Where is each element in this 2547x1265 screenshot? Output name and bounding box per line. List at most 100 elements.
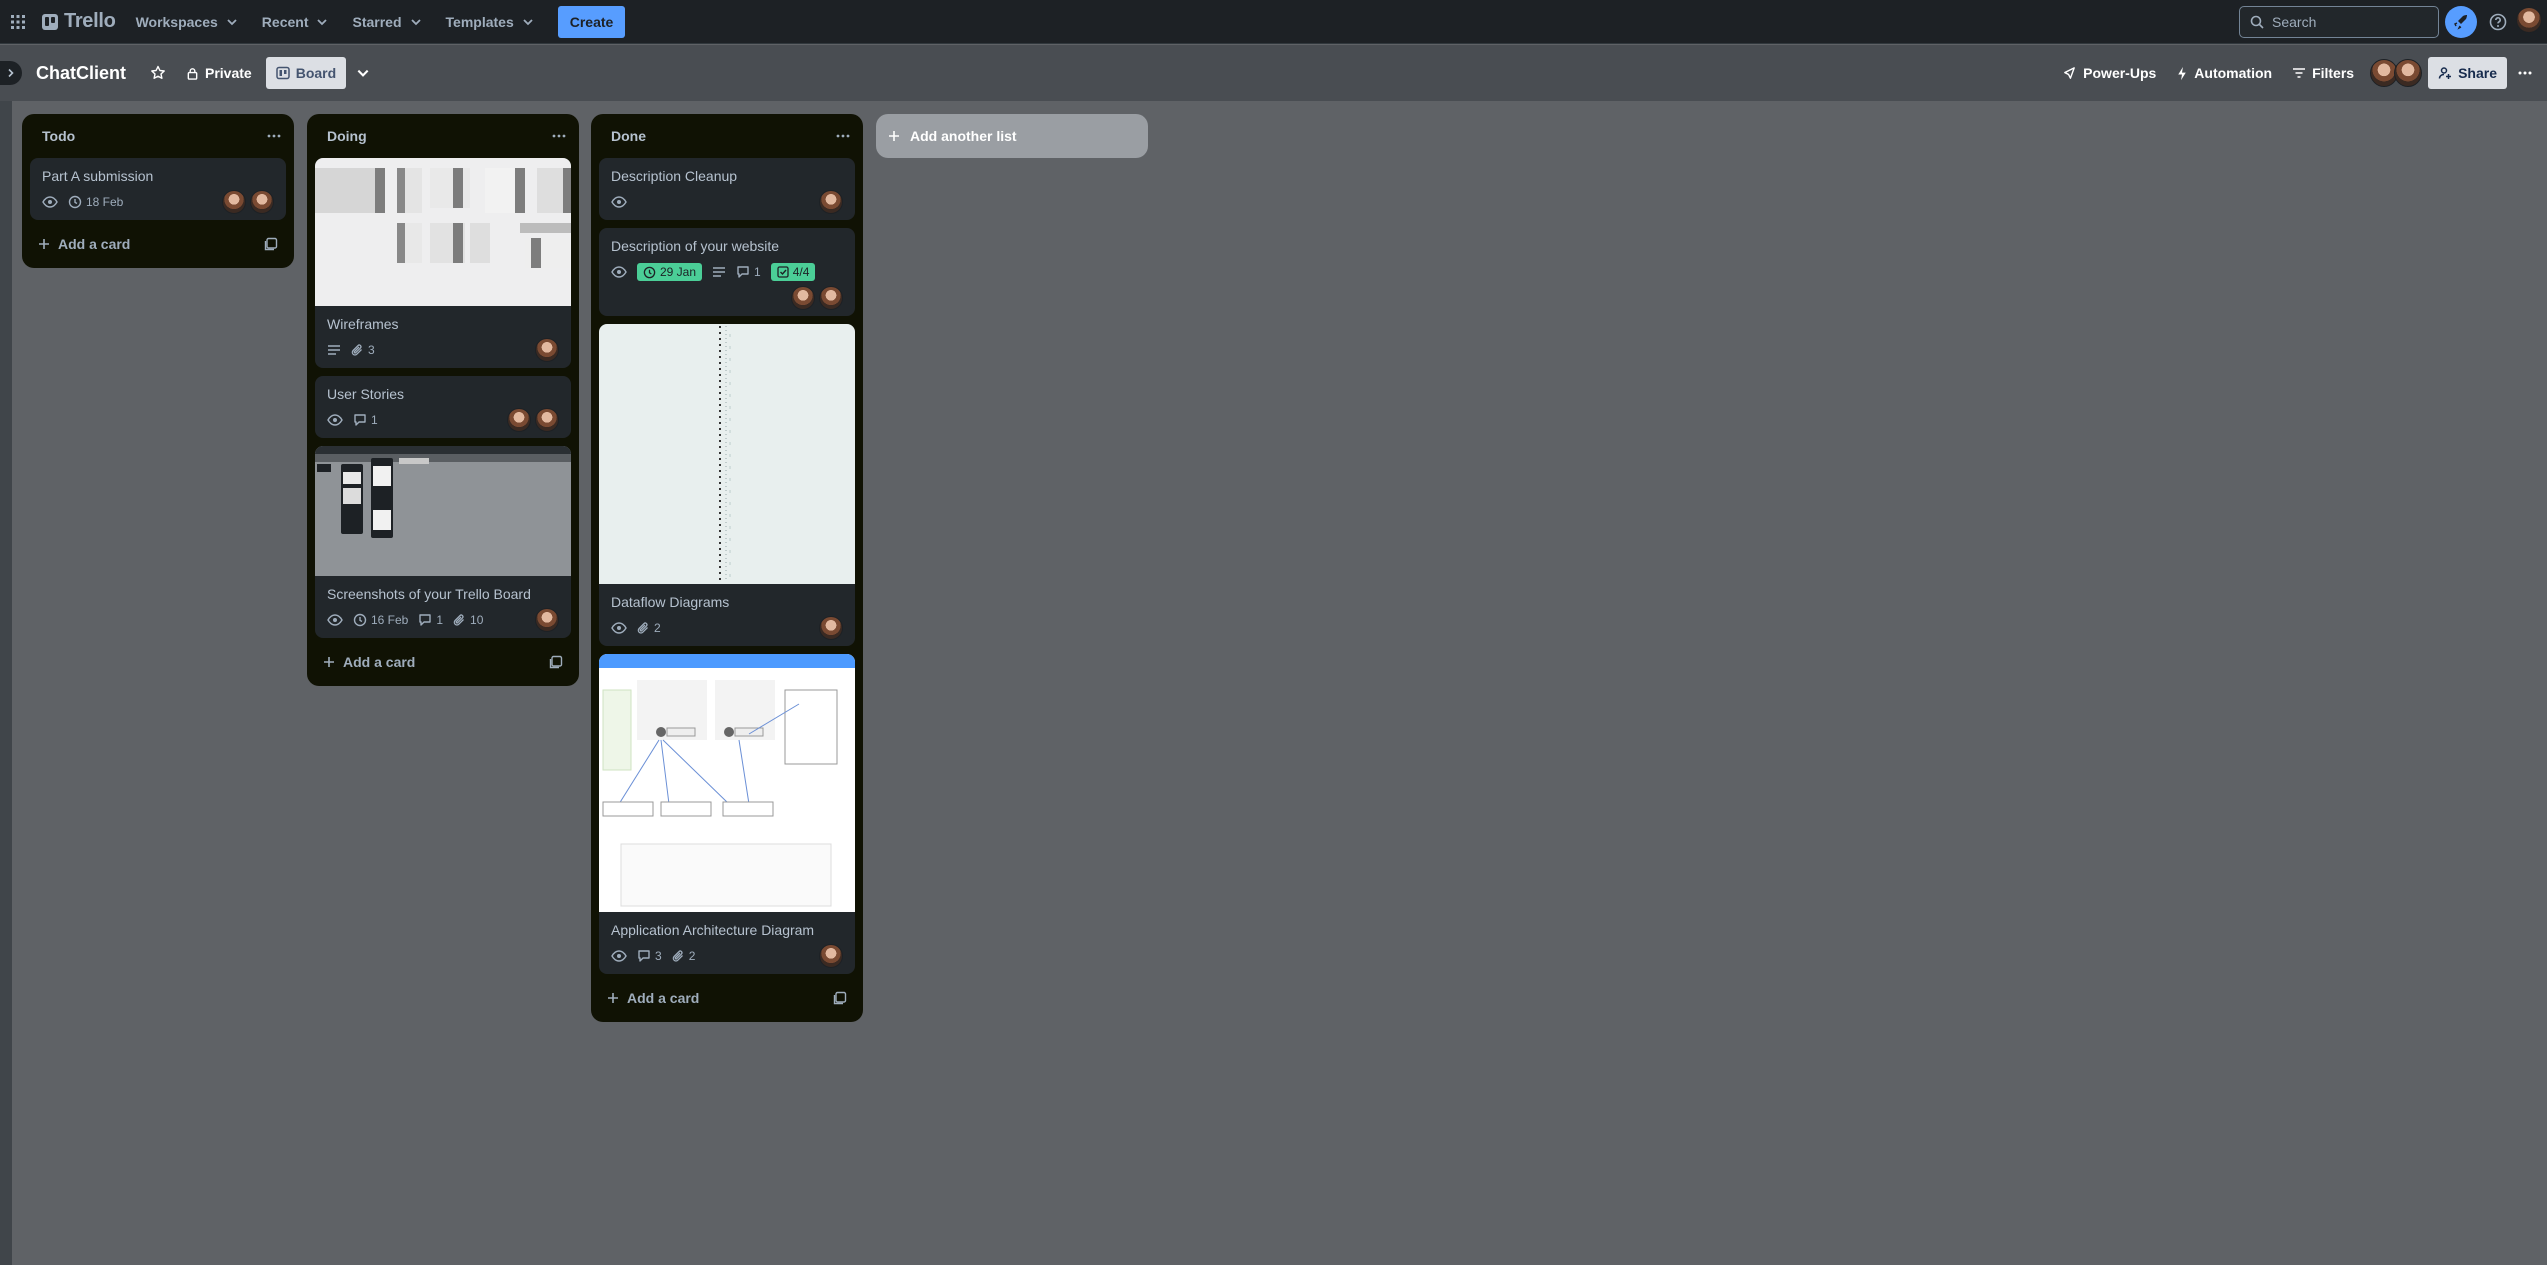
- card[interactable]: Description Cleanup: [599, 158, 855, 220]
- board-header-actions: Power-Ups Automation Filters Share: [2052, 57, 2547, 89]
- checklist-icon: [777, 266, 789, 278]
- help-button[interactable]: [2482, 6, 2514, 38]
- due-date-badge[interactable]: 16 Feb: [353, 613, 408, 627]
- member-avatar[interactable]: [819, 286, 843, 310]
- board-menu-button[interactable]: [2507, 57, 2543, 89]
- notifications-button[interactable]: [2445, 6, 2477, 38]
- search-placeholder: Search: [2272, 14, 2317, 30]
- member-avatar[interactable]: [535, 408, 559, 432]
- create-button[interactable]: Create: [557, 5, 626, 38]
- share-icon: [2438, 67, 2452, 79]
- star-board-button[interactable]: [140, 57, 176, 89]
- workspaces-label: Workspaces: [135, 13, 218, 30]
- more-icon[interactable]: [551, 128, 567, 144]
- due-date-text: 16 Feb: [371, 613, 409, 627]
- visibility-label: Private: [205, 65, 252, 81]
- board-view-button[interactable]: Board: [265, 57, 347, 89]
- share-button[interactable]: Share: [2428, 57, 2507, 89]
- member-avatar[interactable]: [819, 944, 843, 968]
- account-avatar[interactable]: [2516, 7, 2542, 33]
- card-members: [535, 338, 559, 362]
- eye-icon: [611, 622, 627, 634]
- power-ups-button[interactable]: Power-Ups: [2052, 57, 2166, 89]
- eye-icon: [327, 414, 343, 426]
- trello-logo[interactable]: Trello: [36, 0, 124, 44]
- list-title[interactable]: Done: [611, 128, 646, 144]
- view-switcher-button[interactable]: [346, 57, 380, 89]
- comment-icon: [419, 614, 432, 626]
- card-title: Dataflow Diagrams: [611, 594, 730, 610]
- card[interactable]: Dataflow Diagrams 2: [599, 324, 855, 646]
- brand-name: Trello: [64, 10, 116, 32]
- card-cover-image: [599, 324, 855, 584]
- description-badge: [712, 266, 726, 278]
- app-grid-icon[interactable]: [0, 0, 36, 44]
- add-card-button[interactable]: Add a card: [599, 982, 855, 1014]
- share-label: Share: [2458, 65, 2497, 81]
- template-icon[interactable]: [833, 991, 847, 1005]
- member-avatar[interactable]: [2394, 59, 2423, 87]
- template-icon[interactable]: [549, 655, 563, 669]
- add-card-button[interactable]: Add a card: [315, 646, 571, 678]
- list-title[interactable]: Doing: [327, 128, 367, 144]
- more-icon[interactable]: [835, 128, 851, 144]
- paperclip-icon: [637, 622, 648, 634]
- help-icon: [2489, 13, 2507, 31]
- recent-menu[interactable]: Recent: [250, 6, 341, 38]
- card[interactable]: Application Architecture Diagram 3 2: [599, 654, 855, 974]
- starred-menu[interactable]: Starred: [340, 6, 433, 38]
- paperclip-icon: [351, 344, 362, 356]
- card-cover-image: [315, 446, 571, 576]
- comments-badge: 1: [353, 413, 378, 427]
- clock-icon: [68, 195, 82, 209]
- clock-icon: [353, 613, 367, 627]
- card[interactable]: Screenshots of your Trello Board 16 Feb …: [315, 446, 571, 638]
- due-date-badge[interactable]: 29 Jan: [637, 263, 703, 281]
- eye-icon: [42, 196, 58, 208]
- card[interactable]: Part A submission 18 Feb: [30, 158, 286, 220]
- card-members: [819, 190, 843, 214]
- board-members[interactable]: [2370, 59, 2423, 87]
- member-avatar[interactable]: [507, 408, 531, 432]
- member-avatar[interactable]: [222, 190, 246, 214]
- template-icon[interactable]: [264, 237, 278, 251]
- power-ups-icon: [2064, 66, 2076, 79]
- automation-button[interactable]: Automation: [2166, 57, 2282, 89]
- watching-badge: [611, 622, 627, 634]
- add-card-label: Add a card: [58, 236, 131, 252]
- workspaces-menu[interactable]: Workspaces: [124, 6, 250, 38]
- list-title[interactable]: Todo: [42, 128, 75, 144]
- member-avatar[interactable]: [535, 608, 559, 632]
- visibility-button[interactable]: Private: [176, 57, 262, 89]
- description-icon: [328, 345, 340, 355]
- attachments-badge: 3: [351, 343, 375, 357]
- templates-menu[interactable]: Templates: [434, 6, 546, 38]
- search-input[interactable]: Search: [2239, 6, 2439, 38]
- member-avatar[interactable]: [819, 190, 843, 214]
- add-card-button[interactable]: Add a card: [30, 228, 286, 260]
- plus-icon: [39, 239, 49, 249]
- eye-icon: [611, 950, 627, 962]
- filters-button[interactable]: Filters: [2282, 57, 2364, 89]
- checklist-badge: 4/4: [770, 263, 816, 281]
- plus-icon: [608, 993, 618, 1003]
- card[interactable]: Description of your website 29 Jan 1 4/4: [599, 228, 855, 316]
- member-avatar[interactable]: [535, 338, 559, 362]
- list-header[interactable]: Done: [591, 114, 863, 158]
- templates-label: Templates: [445, 13, 514, 30]
- list-header[interactable]: Todo: [22, 114, 294, 158]
- list-header[interactable]: Doing: [307, 114, 579, 158]
- power-ups-label: Power-Ups: [2083, 65, 2157, 81]
- add-list-button[interactable]: Add another list: [876, 114, 1148, 158]
- list-done: Done Description Cleanup Description of …: [591, 114, 863, 1022]
- card-members: [535, 608, 559, 632]
- due-date-badge[interactable]: 18 Feb: [68, 195, 123, 209]
- card[interactable]: Wireframes 3: [315, 158, 571, 368]
- card[interactable]: User Stories 1: [315, 376, 571, 438]
- board-title[interactable]: ChatClient: [36, 63, 126, 84]
- more-icon[interactable]: [266, 128, 282, 144]
- member-avatar[interactable]: [250, 190, 274, 214]
- member-avatar[interactable]: [819, 616, 843, 640]
- member-avatar[interactable]: [791, 286, 815, 310]
- watching-badge: [327, 414, 343, 426]
